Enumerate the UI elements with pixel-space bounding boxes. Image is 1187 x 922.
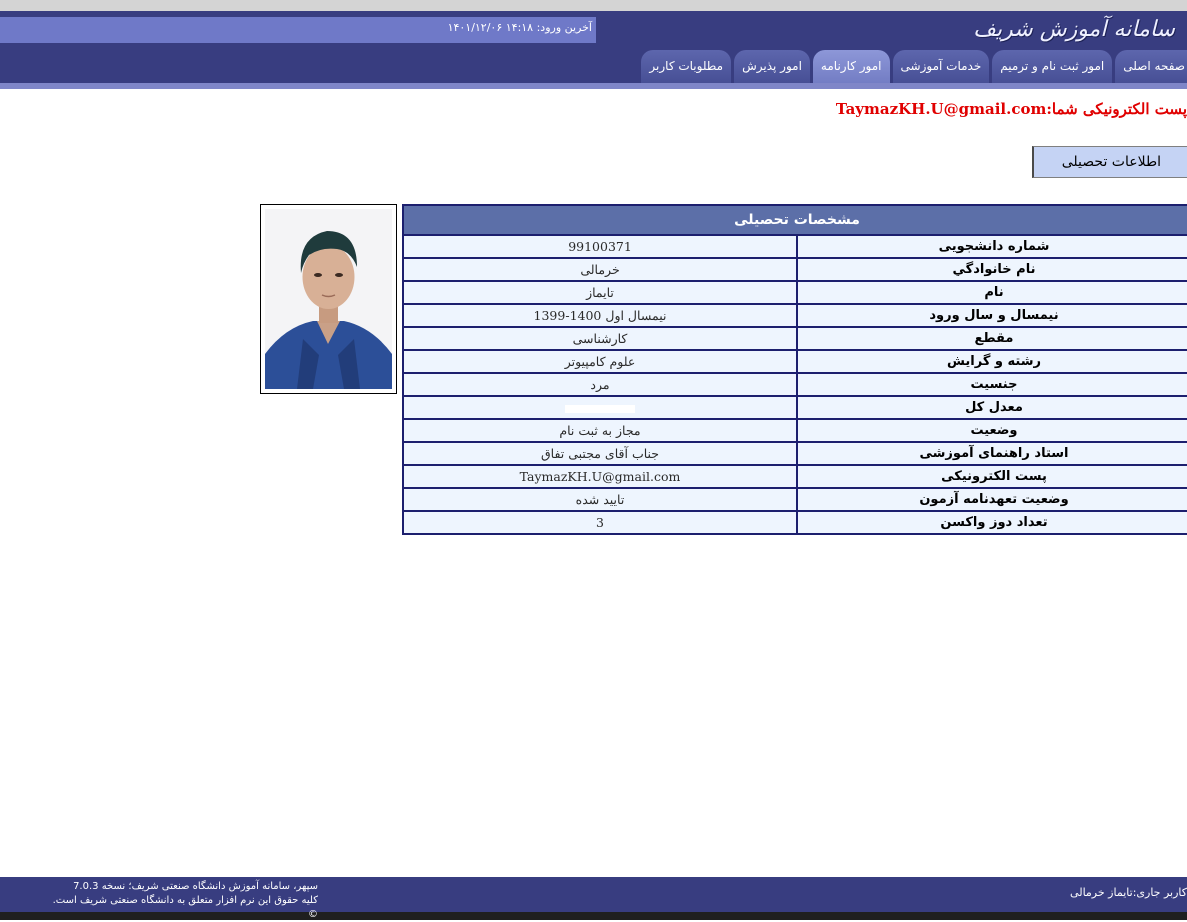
email-value: TaymazKH.U@gmail.com	[402, 464, 798, 489]
table-row: مرد جنسیت	[402, 372, 1187, 397]
table-row: نیمسال اول 1400-1399 نیمسال و سال ورود	[402, 303, 1187, 328]
footer-rights-line: کلیه حقوق این نرم افزار متعلق به دانشگاه…	[52, 895, 318, 920]
table-row: کارشناسی مقطع	[402, 326, 1187, 351]
tab-admission[interactable]: امور پذیرش	[734, 50, 810, 83]
major-label: رشته و گرايش	[796, 349, 1187, 374]
table-row: جناب آقای مجتبی تفاق استاد راهنمای آموزش…	[402, 441, 1187, 466]
student-id-label: شماره دانشجویی	[796, 234, 1187, 259]
last-login-label: آخرین ورود:	[536, 21, 592, 34]
advisor-label: استاد راهنمای آموزشی	[796, 441, 1187, 466]
tab-educational-services[interactable]: خدمات آموزشی	[892, 50, 990, 83]
first-name-value: تایماز	[402, 280, 798, 305]
table-row: TaymazKH.U@gmail.com پست الکترونیکی	[402, 464, 1187, 489]
last-login-value: ۱۴:۱۸ ۱۴۰۱/۱۲/۰۶	[447, 21, 534, 34]
table-row: 99100371 شماره دانشجویی	[402, 234, 1187, 259]
footer-version-line: سپهر، سامانه آموزش دانشگاه صنعتی شریف؛ ن…	[73, 881, 318, 892]
first-name-label: نام	[796, 280, 1187, 305]
site-logo[interactable]: سامانه آموزش شریف	[973, 12, 1175, 48]
exam-pledge-value: تایید شده	[402, 487, 798, 512]
email-label: پست الکترونیکی	[796, 464, 1187, 489]
major-value: علوم کامپیوتر	[402, 349, 798, 374]
student-photo	[265, 209, 392, 389]
table-row: تایید شده وضعیت تعهدنامه آزمون	[402, 487, 1187, 512]
table-row: تایماز نام	[402, 280, 1187, 305]
table-row: 3 تعداد دوز واکسن	[402, 510, 1187, 535]
tab-transcript[interactable]: امور کارنامه	[812, 50, 890, 83]
vaccine-doses-label: تعداد دوز واکسن	[796, 510, 1187, 535]
browser-top-strip	[0, 0, 1187, 11]
student-id-value: 99100371	[402, 234, 798, 259]
current-user-label: کاربر جاری:	[1132, 886, 1187, 899]
header-divider	[0, 83, 1187, 89]
educational-info-button[interactable]: اطلاعات تحصیلی	[1032, 146, 1187, 178]
status-value: مجاز به ثبت نام	[402, 418, 798, 443]
current-user-value: تایماز خرمالی	[1070, 886, 1133, 899]
email-notice: پست الکترونیکی شما:TaymazKH.U@gmail.com	[836, 100, 1187, 118]
email-notice-value: TaymazKH.U@gmail.com	[835, 100, 1047, 118]
tab-registration[interactable]: امور ثبت نام و ترمیم	[992, 50, 1113, 83]
entry-term-value: نیمسال اول 1400-1399	[402, 303, 798, 328]
table-row: معدل کل	[402, 395, 1187, 420]
table-row: مجاز به ثبت نام وضعیت	[402, 418, 1187, 443]
last-name-label: نام خانوادگي	[796, 257, 1187, 282]
tab-home[interactable]: صفحه اصلی	[1115, 50, 1187, 83]
gpa-value	[402, 395, 798, 420]
main-nav-tabs: صفحه اصلی امور ثبت نام و ترمیم خدمات آمو…	[641, 48, 1187, 83]
footer-copyright: سپهر، سامانه آموزش دانشگاه صنعتی شریف؛ ن…	[48, 880, 318, 922]
academic-info-table: مشخصات تحصیلی 99100371 شماره دانشجویی خر…	[402, 204, 1187, 535]
gender-value: مرد	[402, 372, 798, 397]
table-row: علوم کامپیوتر رشته و گرايش	[402, 349, 1187, 374]
gender-label: جنسیت	[796, 372, 1187, 397]
table-title: مشخصات تحصیلی	[402, 204, 1187, 236]
vaccine-doses-value: 3	[402, 510, 798, 535]
student-photo-frame	[260, 204, 397, 394]
degree-label: مقطع	[796, 326, 1187, 351]
tab-user-dues[interactable]: مطلوبات کاربر	[641, 50, 732, 83]
gpa-label: معدل کل	[796, 395, 1187, 420]
gpa-hidden-box	[565, 404, 635, 413]
status-label: وضعیت	[796, 418, 1187, 443]
table-row: خرمالی نام خانوادگي	[402, 257, 1187, 282]
entry-term-label: نیمسال و سال ورود	[796, 303, 1187, 328]
email-notice-label: پست الکترونیکی شما:	[1046, 100, 1187, 118]
last-login-bar: آخرین ورود: ۱۴:۱۸ ۱۴۰۱/۱۲/۰۶	[0, 17, 596, 43]
last-name-value: خرمالی	[402, 257, 798, 282]
degree-value: کارشناسی	[402, 326, 798, 351]
advisor-value: جناب آقای مجتبی تفاق	[402, 441, 798, 466]
exam-pledge-label: وضعیت تعهدنامه آزمون	[796, 487, 1187, 512]
footer-current-user: کاربر جاری:تایماز خرمالی	[1070, 886, 1187, 899]
